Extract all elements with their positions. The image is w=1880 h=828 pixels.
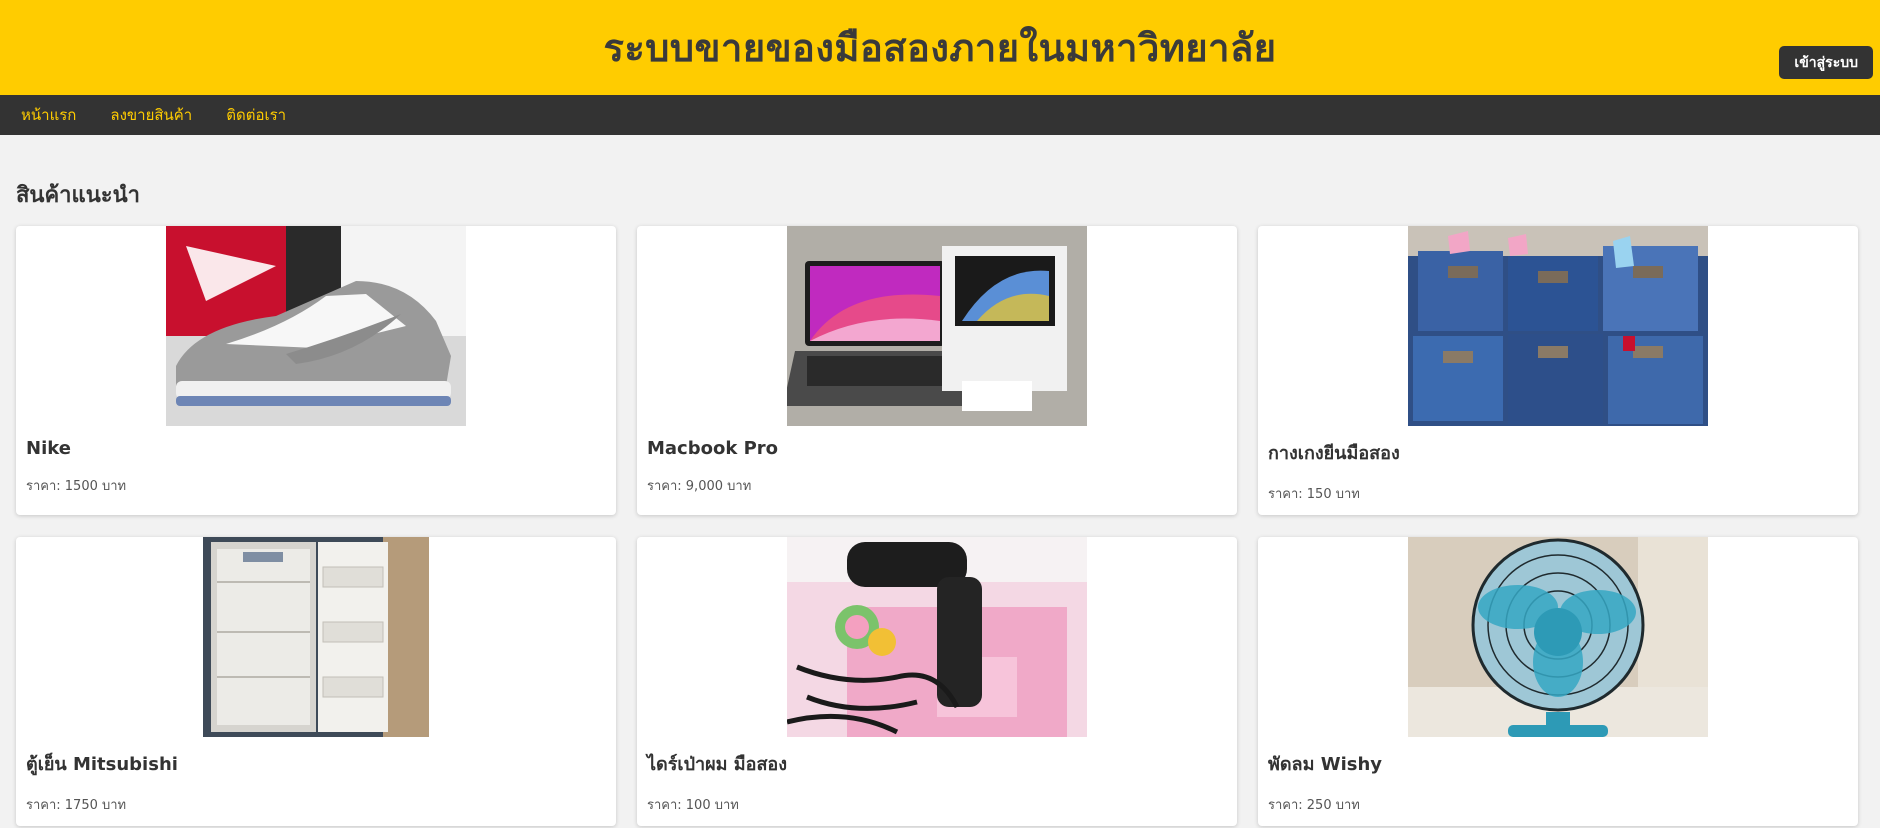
product-price: ราคา: 250 บาท [1268, 798, 1360, 813]
product-card[interactable]: ตู้เย็น Mitsubishi ราคา: 1750 บาท [16, 537, 616, 826]
main-navbar: หน้าแรก ลงขายสินค้า ติดต่อเรา [0, 95, 1880, 135]
nav-sell-link[interactable]: ลงขายสินค้า [110, 103, 192, 127]
hairdryer-photo [787, 537, 1087, 737]
product-card[interactable]: พัดลม Wishy ราคา: 250 บาท [1258, 537, 1858, 826]
product-name: พัดลม Wishy [1268, 754, 1383, 775]
nav-home-link[interactable]: หน้าแรก [21, 103, 76, 127]
fan-photo [1408, 537, 1708, 737]
product-name: Macbook Pro [647, 438, 779, 459]
product-name: กางเกงยีนมือสอง [1268, 443, 1400, 464]
product-price: ราคา: 9,000 บาท [647, 479, 752, 494]
site-title: ระบบขายของมือสองภายในมหาวิทยาลัย [603, 26, 1277, 70]
product-card[interactable]: ไดร์เป่าผม มือสอง ราคา: 100 บาท [637, 537, 1237, 826]
product-price: ราคา: 1750 บาท [26, 798, 127, 813]
laptop-photo [787, 226, 1087, 426]
product-card[interactable]: กางเกงยีนมือสอง ราคา: 150 บาท [1258, 226, 1858, 515]
sneaker-photo [166, 226, 466, 426]
product-name: ตู้เย็น Mitsubishi [26, 754, 178, 775]
product-card[interactable]: Macbook Pro ราคา: 9,000 บาท [637, 226, 1237, 515]
product-card[interactable]: Nike ราคา: 1500 บาท [16, 226, 616, 515]
fridge-photo [203, 537, 429, 737]
site-header: ระบบขายของมือสองภายในมหาวิทยาลัย เข้าสู่… [0, 0, 1880, 95]
product-grid: Nike ราคา: 1500 บาท Macbook Pro ราคา: 9,… [16, 226, 1864, 826]
product-name: Nike [26, 438, 71, 459]
section-title: สินค้าแนะนำ [16, 183, 140, 208]
nav-contact-link[interactable]: ติดต่อเรา [226, 103, 286, 127]
product-price: ราคา: 100 บาท [647, 798, 739, 813]
login-button[interactable]: เข้าสู่ระบบ [1779, 46, 1873, 79]
product-price: ราคา: 1500 บาท [26, 479, 127, 494]
jeans-photo [1408, 226, 1708, 426]
product-price: ราคา: 150 บาท [1268, 487, 1360, 502]
main-content: สินค้าแนะนำ Nike ราคา: 1500 บาท Macbook … [0, 135, 1880, 826]
product-name: ไดร์เป่าผม มือสอง [647, 754, 788, 775]
